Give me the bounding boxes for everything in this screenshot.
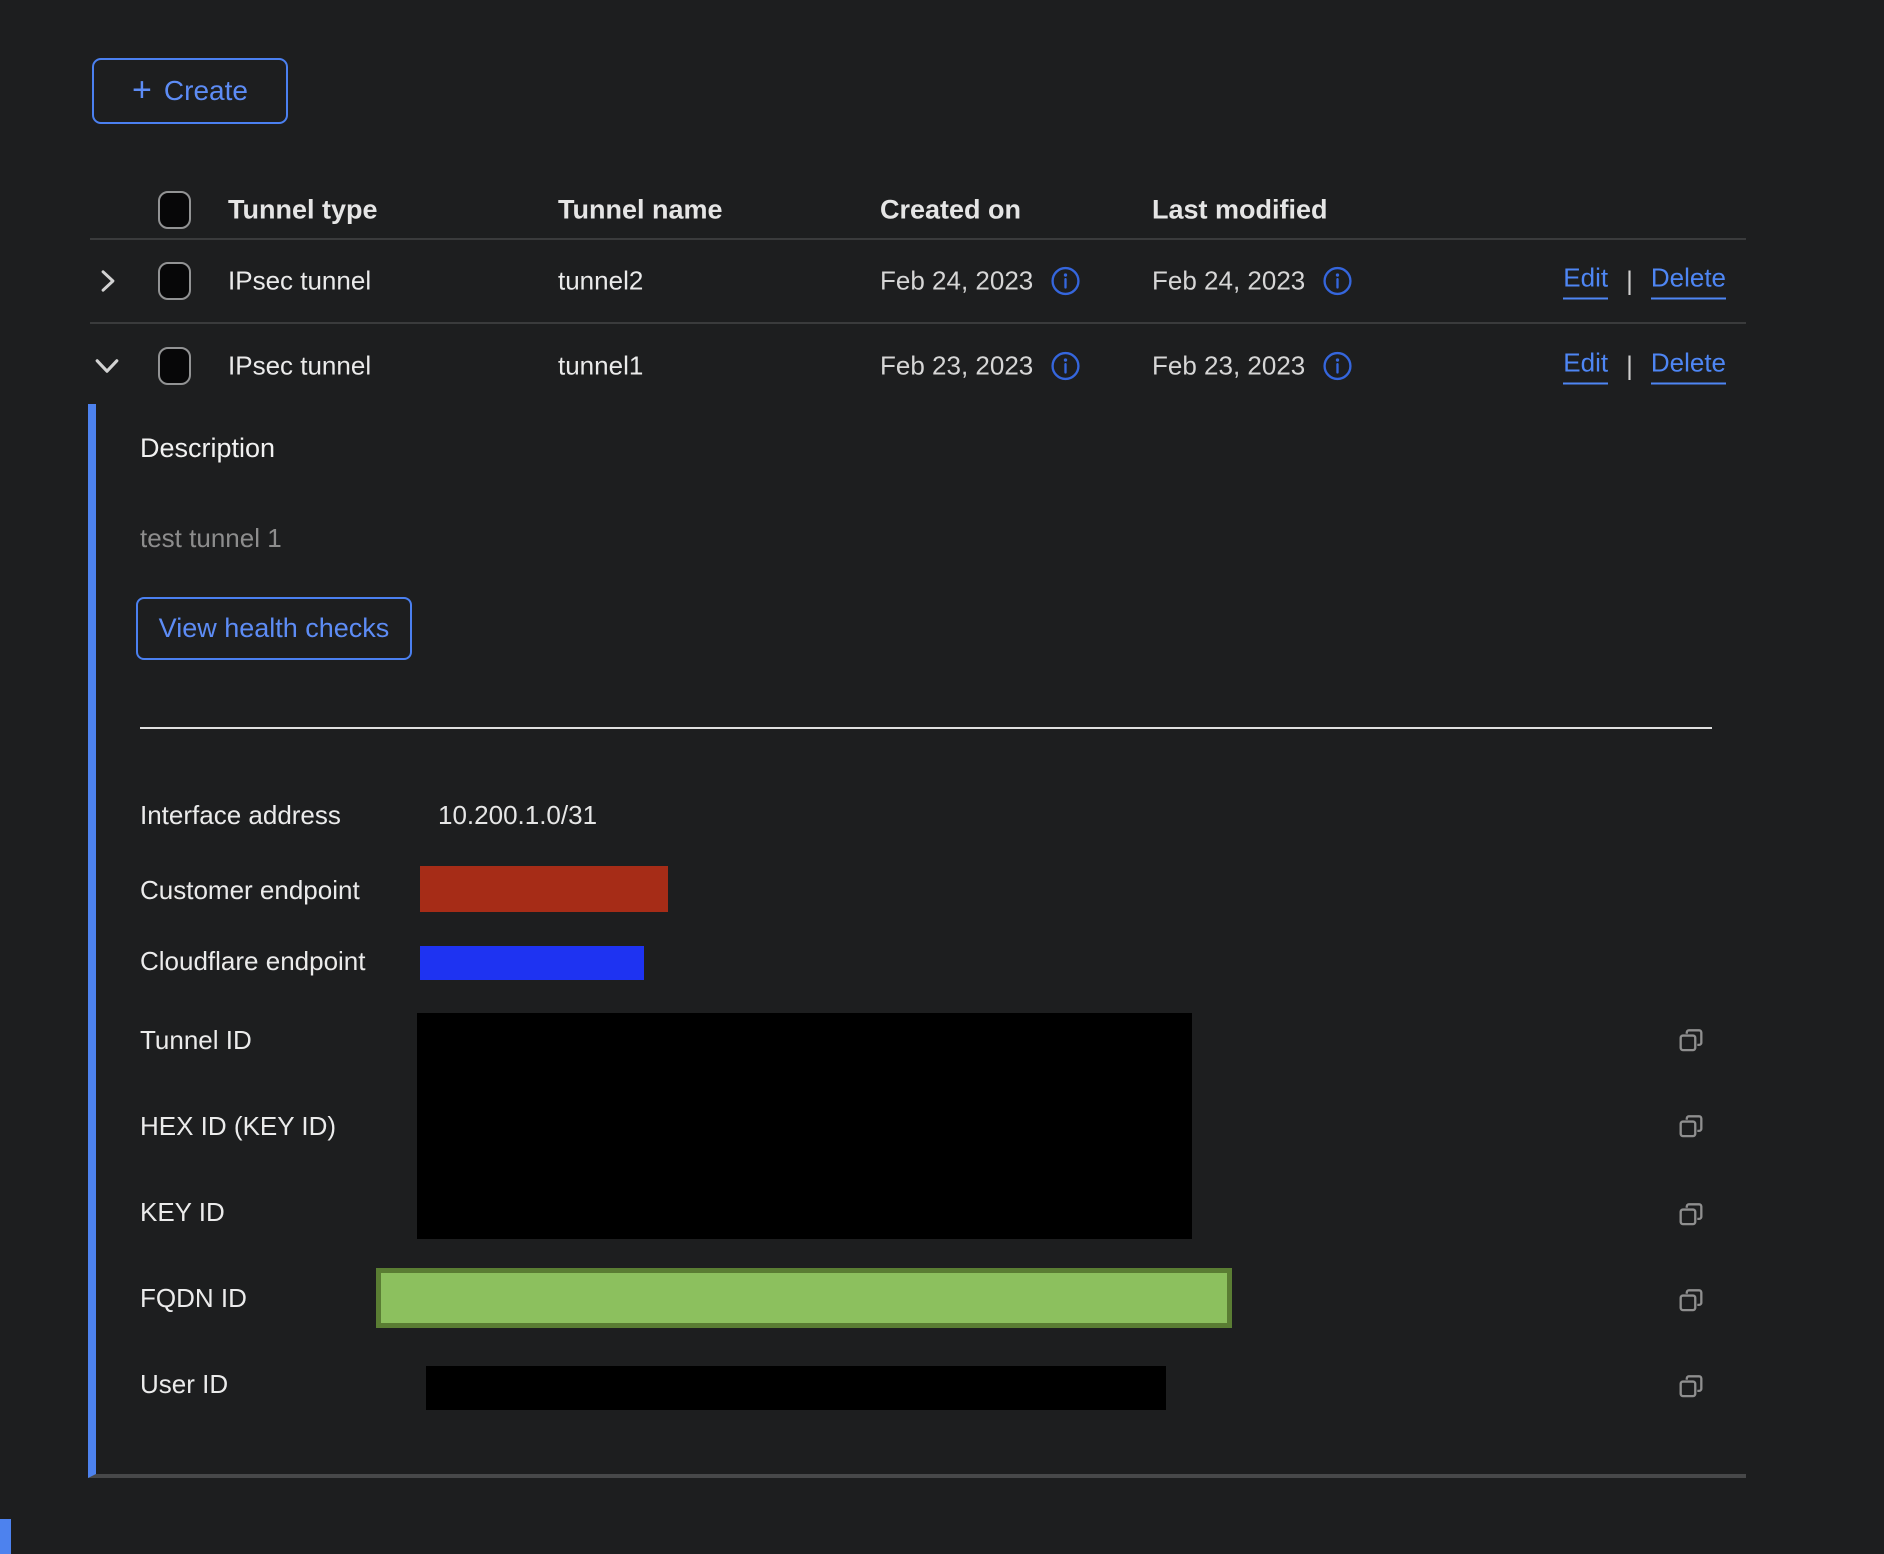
action-separator: | [1626,351,1633,382]
copy-icon [1674,1024,1708,1058]
info-icon [1050,266,1081,297]
tunnel-name-cell: tunnel1 [558,351,643,382]
cloudflare-endpoint-label: Cloudflare endpoint [140,945,366,977]
created-on-cell: Feb 24, 2023 [880,266,1033,297]
copy-icon [1674,1284,1708,1318]
interface-address-label: Interface address [140,799,341,831]
customer-endpoint-redacted-value [420,866,668,912]
last-modified-cell: Feb 24, 2023 [1152,266,1305,297]
tunnel-id-label: Tunnel ID [140,1024,252,1056]
last-modified-cell: Feb 23, 2023 [1152,351,1305,382]
edit-link[interactable]: Edit [1563,263,1608,300]
chevron-right-icon [92,265,124,297]
info-icon [1322,351,1353,382]
action-separator: | [1626,266,1633,297]
cloudflare-endpoint-redacted-value [420,946,644,980]
last-modified-info-button[interactable] [1322,351,1353,382]
view-health-checks-button[interactable]: View health checks [136,597,412,660]
info-icon [1322,266,1353,297]
copy-icon [1674,1370,1708,1404]
create-button-label: Create [164,75,248,107]
created-on-info-button[interactable] [1050,351,1081,382]
section-divider [140,727,1712,729]
create-button[interactable]: + Create [92,58,288,124]
table-row: IPsec tunnel tunnel1 Feb 23, 2023 Feb 23… [90,324,1746,408]
column-header-last-modified: Last modified [1152,195,1328,226]
expand-row-button[interactable] [92,265,124,297]
fqdn-id-redacted-value [376,1268,1232,1328]
copy-icon [1674,1110,1708,1144]
tunnel-type-cell: IPsec tunnel [228,351,371,382]
info-icon [1050,351,1081,382]
tunnel-type-cell: IPsec tunnel [228,266,371,297]
tunnel-name-cell: tunnel2 [558,266,643,297]
delete-link[interactable]: Delete [1651,348,1726,385]
key-id-label: KEY ID [140,1196,225,1228]
created-on-cell: Feb 23, 2023 [880,351,1033,382]
table-header-row: Tunnel type Tunnel name Created on Last … [90,182,1746,240]
customer-endpoint-label: Customer endpoint [140,874,360,906]
column-header-tunnel-name: Tunnel name [558,195,723,226]
ids-redacted-value [417,1013,1192,1239]
ipsec-tunnels-page: + Create Tunnel type Tunnel name Created… [0,0,1884,1554]
row-checkbox[interactable] [158,262,191,300]
copy-icon [1674,1198,1708,1232]
clipped-expansion-bar-fragment [0,1519,11,1554]
copy-user-id-button[interactable] [1674,1370,1708,1404]
hex-id-label: HEX ID (KEY ID) [140,1110,336,1142]
tunnel-details-panel: Description test tunnel 1 View health ch… [88,404,1746,1478]
delete-link[interactable]: Delete [1651,263,1726,300]
select-all-checkbox[interactable] [158,191,191,229]
user-id-label: User ID [140,1368,228,1400]
collapse-row-button[interactable] [90,349,124,383]
row-checkbox[interactable] [158,347,191,385]
tunnels-table: Tunnel type Tunnel name Created on Last … [90,182,1746,408]
copy-tunnel-id-button[interactable] [1674,1024,1708,1058]
description-value: test tunnel 1 [140,522,282,554]
copy-key-id-button[interactable] [1674,1198,1708,1232]
created-on-info-button[interactable] [1050,266,1081,297]
column-header-created-on: Created on [880,195,1021,226]
fqdn-id-label: FQDN ID [140,1282,247,1314]
copy-fqdn-id-button[interactable] [1674,1284,1708,1318]
plus-icon: + [132,73,152,107]
user-id-redacted-value [426,1366,1166,1410]
interface-address-value: 10.200.1.0/31 [438,799,597,831]
edit-link[interactable]: Edit [1563,348,1608,385]
table-row: IPsec tunnel tunnel2 Feb 24, 2023 Feb 24… [90,240,1746,324]
copy-hex-id-button[interactable] [1674,1110,1708,1144]
last-modified-info-button[interactable] [1322,266,1353,297]
column-header-tunnel-type: Tunnel type [228,195,378,226]
chevron-down-icon [90,349,124,383]
description-label: Description [140,432,275,464]
